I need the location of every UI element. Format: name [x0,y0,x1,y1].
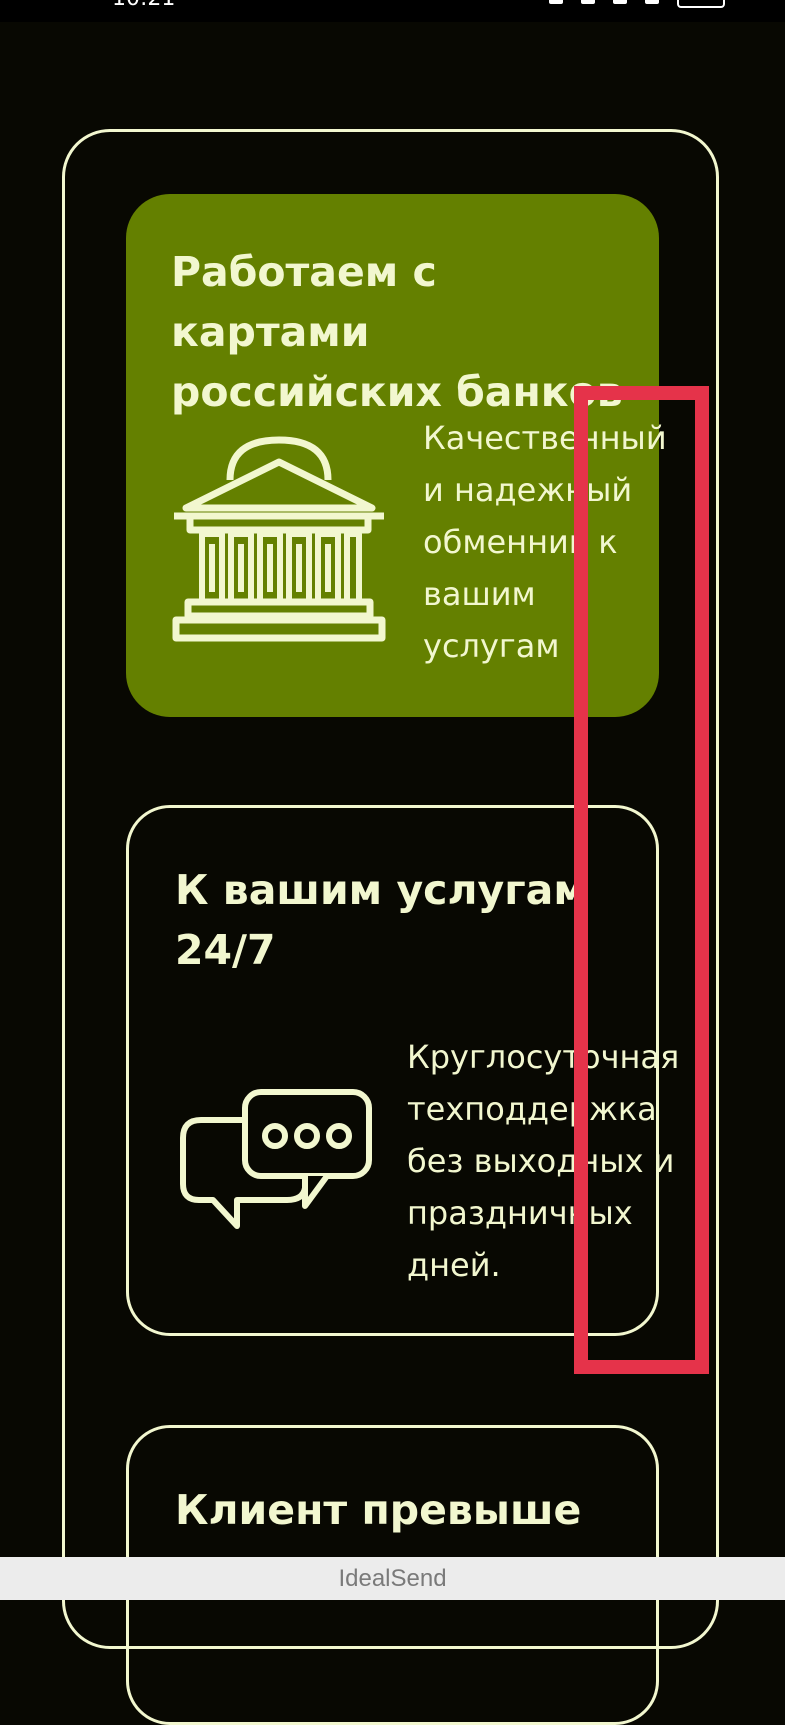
feature-card-bank-cards: Работаем с картами российских банков Кач… [126,194,667,717]
card-title: Клиент превыше [175,1486,582,1534]
card-description-line: праздничных [407,1194,633,1232]
card-description-line: Качественный [423,419,667,457]
card-description-line: дней. [407,1246,501,1284]
card-description-line: Круглосуточная [407,1038,680,1076]
card-description-line: без выходных и [407,1142,675,1180]
card-description: Качественный и надежный обменник к вашим… [423,412,667,672]
signal-icon [645,0,659,4]
feature-card-support: К вашим услугам 24/7 Круглосуточная техп… [126,805,679,1336]
status-bar: 10:21 [0,0,785,22]
card-description-line: техподдержка [407,1090,657,1128]
chat-bubbles-icon [180,1089,372,1229]
bank-building-icon [172,436,386,642]
status-icons [549,0,725,8]
sim-icon [549,0,563,4]
alarm-icon [581,0,595,4]
card-description-line: и надежный [423,471,633,509]
card-description: Круглосуточная техподдержка без выходных… [407,1031,679,1291]
card-description-line: вашим [423,575,536,613]
card-description-line: услугам [423,627,560,665]
status-time: 10:21 [112,0,175,10]
wifi-icon [613,0,627,4]
battery-icon [677,0,725,8]
browser-bottom-bar[interactable]: IdealSend [0,1557,785,1600]
site-name: IdealSend [338,1565,447,1592]
card-title: Работаем с картами российских банков [171,248,623,416]
card-description-line: обменник к [423,523,618,561]
card-title: К вашим услугам 24/7 [175,866,587,974]
